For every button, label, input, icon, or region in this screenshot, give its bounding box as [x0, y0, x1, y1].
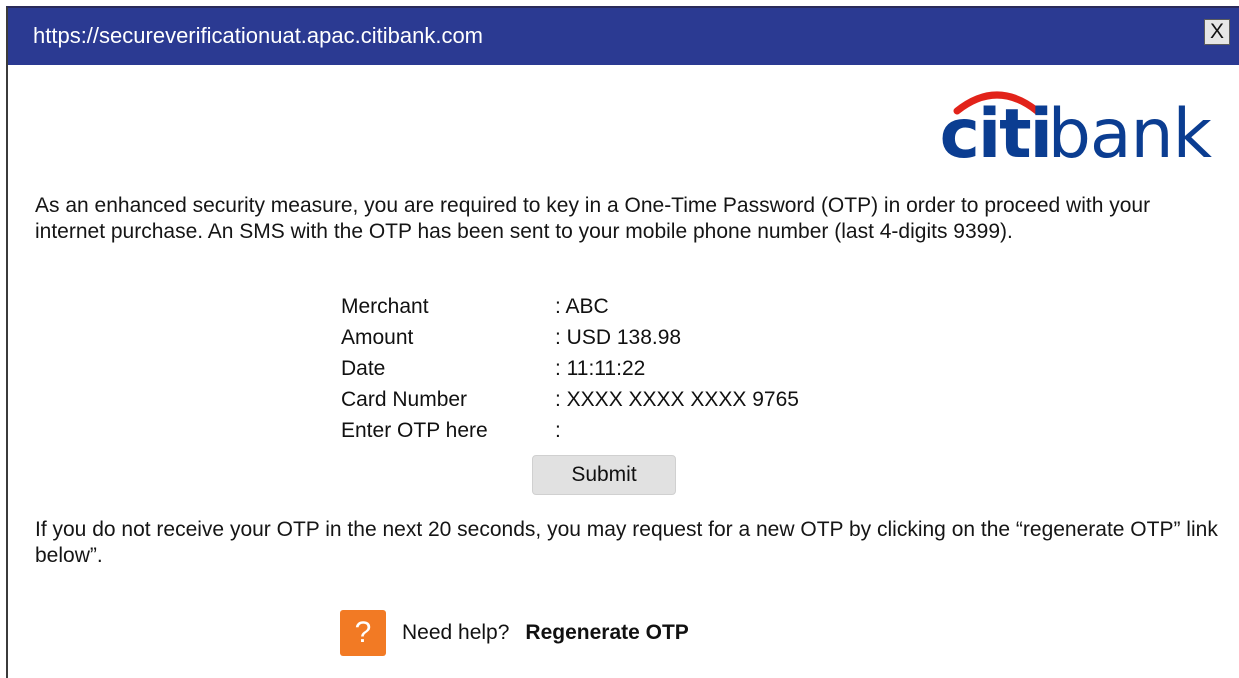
title-url: https://secureverificationuat.apac.citib… — [33, 23, 484, 48]
need-help-text: Need help? — [402, 621, 510, 644]
card-number-label: Card Number — [341, 388, 468, 411]
submit-button[interactable]: Submit — [532, 455, 676, 495]
footer-paragraph: If you do not receive your OTP in the ne… — [35, 518, 1218, 567]
detail-row-otp: Enter OTP here : — [341, 415, 799, 446]
amount-label: Amount — [341, 326, 414, 349]
otp-dialog-window: https://secureverificationuat.apac.citib… — [6, 6, 1239, 678]
regenerate-otp-link[interactable]: Regenerate OTP — [525, 621, 688, 645]
detail-row-date: Date : 11:11:22 — [341, 353, 799, 384]
merchant-value: : ABC — [555, 295, 609, 318]
logo-citi-text: citi — [939, 95, 1053, 174]
card-number-value: : XXXX XXXX XXXX 9765 — [555, 388, 799, 411]
logo-bank-text: bank — [1047, 95, 1212, 174]
date-label: Date — [341, 357, 386, 380]
detail-row-card-number: Card Number : XXXX XXXX XXXX 9765 — [341, 384, 799, 415]
help-question-icon[interactable]: ? — [340, 610, 386, 656]
dialog-content: citi bank As an enhanced security measur… — [8, 65, 1239, 678]
otp-label: Enter OTP here — [341, 419, 488, 442]
close-button[interactable]: X — [1204, 19, 1230, 45]
detail-row-amount: Amount : USD 138.98 — [341, 322, 799, 353]
amount-value: : USD 138.98 — [555, 326, 682, 349]
detail-row-merchant: Merchant : ABC — [341, 291, 799, 322]
date-value: : 11:11:22 — [555, 357, 646, 380]
intro-paragraph: As an enhanced security measure, you are… — [35, 194, 1151, 243]
merchant-label: Merchant — [341, 295, 429, 318]
citibank-logo: citi bank — [911, 85, 1212, 175]
otp-field[interactable]: : — [555, 415, 561, 446]
title-bar: https://secureverificationuat.apac.citib… — [8, 8, 1239, 65]
transaction-details: Merchant : ABC Amount : USD 138.98 Date … — [341, 291, 799, 446]
help-row: ? Need help? Regenerate OTP — [340, 610, 689, 656]
